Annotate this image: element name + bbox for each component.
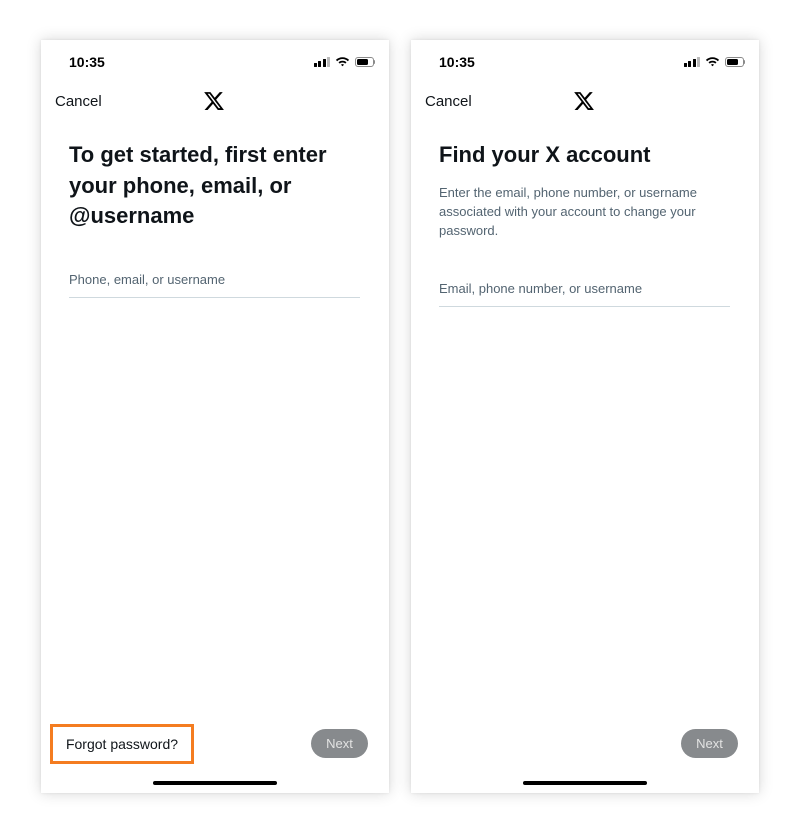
- phone-screen-find-account: 10:35 Cancel Find your X account Enter t…: [411, 40, 759, 793]
- wifi-icon: [335, 57, 350, 67]
- battery-icon: [355, 56, 375, 67]
- next-button[interactable]: Next: [681, 729, 738, 758]
- page-description: Enter the email, phone number, or userna…: [439, 185, 697, 238]
- wifi-icon: [705, 57, 720, 67]
- status-icons: [313, 56, 375, 67]
- home-indicator: [523, 781, 647, 785]
- status-time: 10:35: [439, 54, 475, 70]
- status-icons: [683, 56, 745, 67]
- page-heading: To get started, first enter your phone, …: [69, 142, 327, 228]
- phone-screen-login: 10:35 Cancel To get started, first enter…: [41, 40, 389, 793]
- email-phone-username-input[interactable]: [439, 281, 730, 307]
- cellular-signal-icon: [683, 56, 700, 67]
- cancel-button[interactable]: Cancel: [55, 93, 102, 110]
- next-button[interactable]: Next: [311, 729, 368, 758]
- x-logo-icon: [574, 92, 594, 110]
- battery-icon: [725, 56, 745, 67]
- phone-email-username-input[interactable]: [69, 272, 360, 298]
- home-indicator: [153, 781, 277, 785]
- page-heading: Find your X account: [439, 142, 651, 167]
- cancel-button[interactable]: Cancel: [425, 93, 472, 110]
- status-time: 10:35: [69, 54, 105, 70]
- forgot-password-highlight: Forgot password?: [50, 724, 194, 764]
- forgot-password-link[interactable]: Forgot password?: [66, 736, 178, 752]
- x-logo-icon: [204, 92, 224, 110]
- cellular-signal-icon: [313, 56, 330, 67]
